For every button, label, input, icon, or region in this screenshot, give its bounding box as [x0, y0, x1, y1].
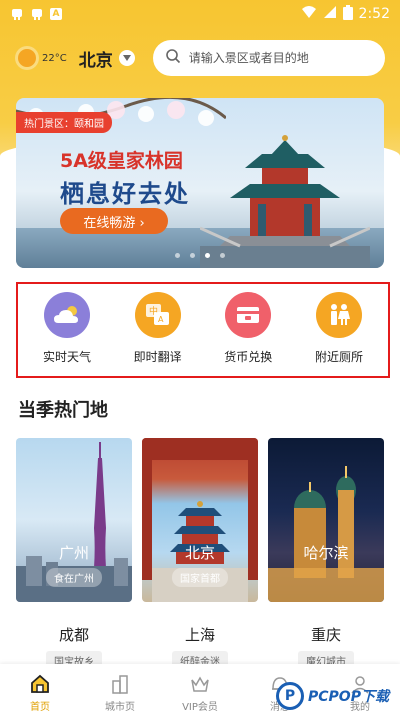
clock: 2:52 [358, 6, 390, 22]
online-tour-button[interactable]: 在线畅游 › [60, 208, 168, 234]
current-city[interactable]: 北京 [79, 46, 113, 71]
svg-text:中: 中 [149, 305, 158, 317]
watermark-text: PCPOP下载 [308, 689, 389, 705]
quick-tools: 实时天气 中A 即时翻译 货币兑换 附近厕所 [16, 282, 390, 378]
destination-name: 哈尔滨 [303, 544, 349, 562]
promo-banner[interactable]: 热门景区：颐和园 5A级皇家林园 栖息好去处 在线畅游 › [16, 98, 384, 268]
search-input[interactable] [188, 51, 369, 65]
city-name: 重庆 [310, 626, 341, 644]
city-name: 成都 [58, 626, 89, 644]
font-notification-icon: A [50, 8, 62, 20]
search-bar[interactable] [152, 40, 385, 76]
banner-tag: 热门景区：颐和园 [16, 112, 112, 133]
nav-label: VIP会员 [182, 701, 218, 713]
carousel-dot[interactable] [190, 253, 195, 258]
chevron-down-icon[interactable] [118, 50, 135, 66]
watermark-logo: P PCPOP下载 [276, 682, 389, 710]
city-name: 上海 [184, 626, 215, 644]
restroom-icon [315, 292, 362, 338]
tool-label: 实时天气 [42, 350, 91, 364]
carousel-indicator[interactable] [16, 253, 384, 258]
weather-widget[interactable]: 22°C [18, 49, 67, 67]
battery-icon [342, 4, 353, 24]
wifi-icon [301, 5, 317, 23]
tool-label: 货币兑换 [224, 350, 273, 364]
section-title: 当季热门地 [18, 400, 108, 421]
status-bar: A 2:52 [0, 0, 400, 28]
temperature: 22°C [42, 52, 67, 64]
nav-label: 首页 [30, 701, 50, 713]
destination-card[interactable]: 北京 国家首都 [142, 438, 258, 602]
currency-exchange-icon [225, 292, 272, 338]
pavilion-illustration [200, 135, 370, 268]
destination-card[interactable]: 广州 食在广州 [16, 438, 132, 602]
nav-vip[interactable]: VIP会员 [160, 664, 240, 720]
carousel-dot[interactable] [175, 253, 180, 258]
sun-icon [18, 49, 36, 67]
destination-card[interactable]: 哈尔滨 [268, 438, 384, 602]
nav-label: 城市页 [105, 701, 135, 713]
svg-text:A: A [158, 315, 164, 324]
nav-city[interactable]: 城市页 [80, 664, 160, 720]
tool-label: 即时翻译 [133, 350, 182, 364]
home-icon [28, 672, 52, 696]
tool-translate[interactable]: 中A 即时翻译 [113, 284, 203, 376]
tool-restroom[interactable]: 附近厕所 [294, 284, 384, 376]
banner-headline: 5A级皇家林园 [60, 150, 183, 172]
hot-destinations: 广州 食在广州 北京 国家首都 哈尔滨 [16, 438, 384, 602]
tool-currency[interactable]: 货币兑换 [203, 284, 293, 376]
app-notification-icon [10, 7, 24, 21]
vip-crown-icon [188, 672, 212, 696]
nav-home[interactable]: 首页 [0, 664, 80, 720]
signal-icon [323, 5, 337, 23]
banner-subheadline: 栖息好去处 [60, 180, 190, 208]
destination-name: 广州 [58, 544, 89, 562]
carousel-dot-active[interactable] [205, 253, 210, 258]
search-icon [165, 48, 181, 68]
cathedral-illustration [268, 466, 384, 602]
app-notification-icon [30, 7, 44, 21]
translate-icon: 中A [134, 292, 181, 338]
destination-tag: 食在广州 [46, 568, 102, 587]
carousel-dot[interactable] [220, 253, 225, 258]
top-header: 22°C 北京 [0, 38, 400, 78]
destination-tag: 国家首都 [172, 568, 228, 587]
tool-label: 附近厕所 [314, 350, 363, 364]
watermark-icon: P [276, 682, 304, 710]
weather-cloud-icon [44, 292, 90, 338]
destination-name: 北京 [184, 544, 215, 562]
city-icon [108, 672, 132, 696]
tool-weather[interactable]: 实时天气 [22, 284, 112, 376]
